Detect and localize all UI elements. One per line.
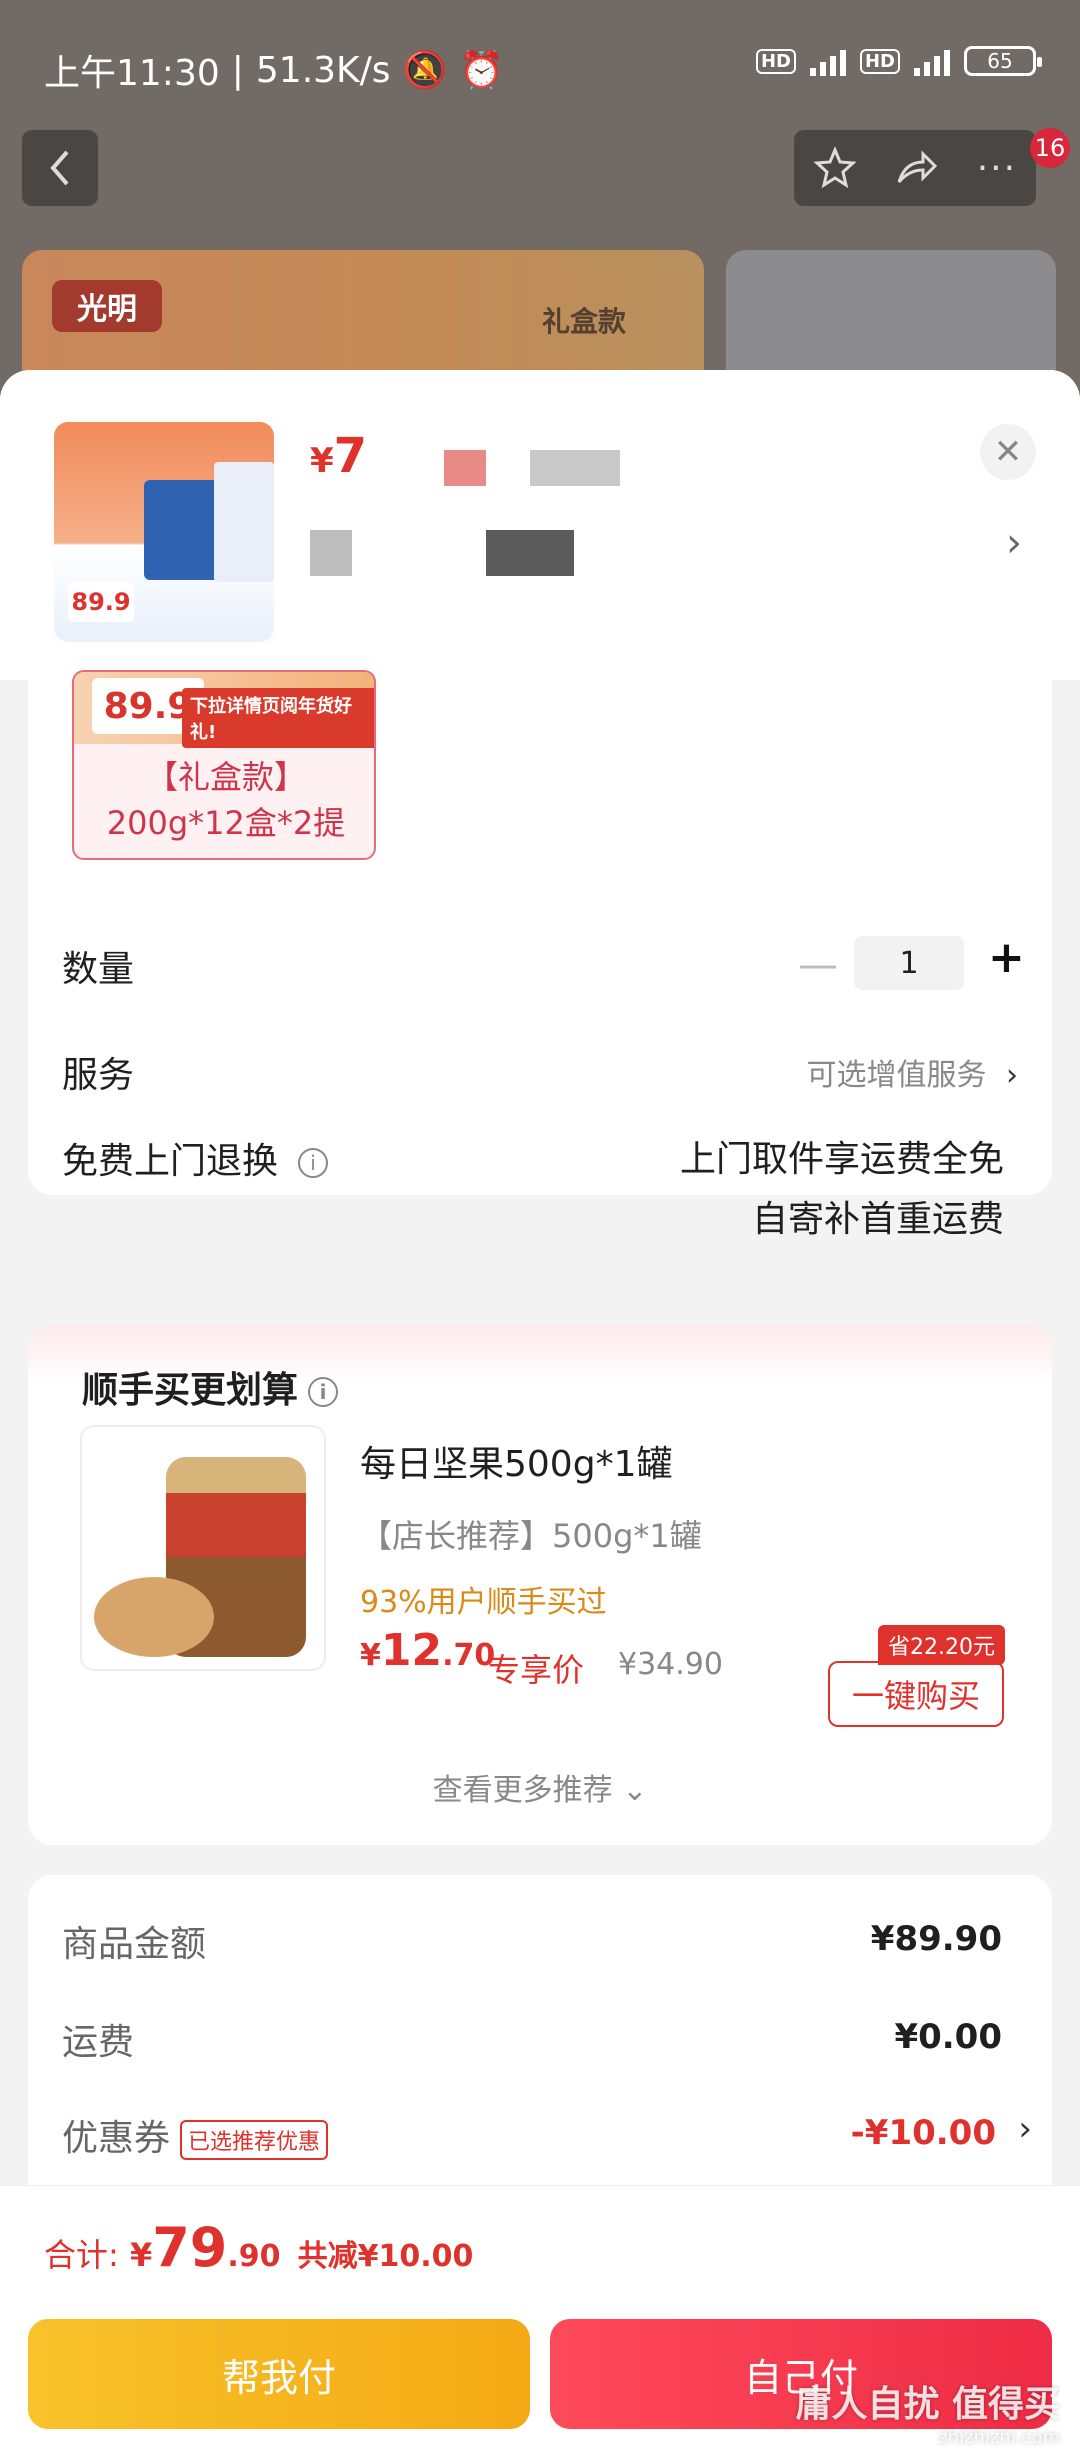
shipping-label: 运费 bbox=[62, 2022, 135, 2063]
alarm-icon: ⏰ bbox=[459, 50, 505, 91]
battery-level: 65 bbox=[987, 49, 1013, 73]
return-line-2: 自寄补首重运费 bbox=[751, 1199, 1004, 1240]
variant-promo: 下拉详情页阅年货好礼! bbox=[182, 688, 374, 748]
redacted-block bbox=[310, 530, 352, 576]
decrease-button[interactable]: — bbox=[798, 942, 838, 988]
hd-icon-2: HD bbox=[859, 48, 900, 74]
total-int: 79 bbox=[152, 2216, 228, 2279]
signal-icon-2 bbox=[914, 46, 950, 76]
coupon-value[interactable]: -¥10.00 bbox=[851, 2113, 996, 2153]
chevron-left-icon bbox=[50, 150, 69, 186]
recommend-title: 顺手买更划算 i bbox=[82, 1361, 339, 1413]
quick-buy-button[interactable]: 一键购买 bbox=[828, 1661, 1004, 1727]
quantity-input[interactable]: 1 bbox=[854, 936, 964, 990]
sheet-header: 89.9 ¥7 ✕ › bbox=[0, 370, 1080, 680]
back-button[interactable] bbox=[22, 130, 98, 206]
mute-icon: 🔕 bbox=[402, 50, 448, 91]
exclusive-label: 专享价 bbox=[488, 1651, 585, 1689]
return-line-1: 上门取件享运费全免 bbox=[679, 1139, 1004, 1180]
close-icon[interactable]: ✕ bbox=[980, 424, 1036, 480]
more-recommend-link[interactable]: 查看更多推荐 ⌄ bbox=[28, 1765, 1052, 1809]
return-policy: 上门取件享运费全免 自寄补首重运费 bbox=[680, 1130, 1004, 1250]
watermark: 庸人自扰 值得买 zhizhizhi.com bbox=[795, 2375, 1060, 2448]
watermark-text: 庸人自扰 值得买 bbox=[795, 2384, 1060, 2425]
total-reduced: 共减¥10.00 bbox=[297, 2239, 474, 2274]
recommend-price: ¥12.70 bbox=[360, 1625, 495, 1676]
sku-sheet: 89.9 ¥7 ✕ › 89.9 下拉详情页阅年货好礼! 【礼盒款】 200g*… bbox=[0, 370, 1080, 2460]
background-page: 上午11:30 | 51.3K/s 🔕 ⏰ HD HD 65 ··· 16 光明… bbox=[0, 0, 1080, 420]
variant-image: 89.9 下拉详情页阅年货好礼! bbox=[74, 672, 374, 748]
save-badge: 省22.20元 bbox=[878, 1625, 1005, 1665]
notification-badge: 16 bbox=[1030, 128, 1070, 168]
recommend-subtitle: 【店长推荐】500g*1罐 bbox=[360, 1517, 702, 1555]
redacted-block bbox=[444, 450, 486, 486]
star-icon[interactable] bbox=[813, 146, 857, 190]
coupon-row[interactable]: 优惠券 已选推荐优惠 bbox=[62, 2109, 329, 2161]
shipping-value: ¥0.00 bbox=[894, 2017, 1002, 2057]
total-dec: .90 bbox=[227, 2239, 281, 2274]
increase-button[interactable]: + bbox=[988, 932, 1025, 983]
total-label: 合计: bbox=[44, 2236, 119, 2274]
status-right: HD HD 65 bbox=[755, 46, 1042, 76]
price-int: 12 bbox=[380, 1625, 443, 1676]
return-label: 免费上门退换 bbox=[62, 1141, 279, 1182]
quantity-label: 数量 bbox=[62, 949, 135, 990]
price-symbol: ¥ bbox=[310, 441, 334, 481]
original-price: ¥34.90 bbox=[618, 1647, 723, 1682]
help-pay-button[interactable]: 帮我付 bbox=[28, 2319, 530, 2429]
redacted-block bbox=[530, 450, 620, 486]
price-symbol: ¥ bbox=[360, 1638, 381, 1673]
total-symbol: ¥ bbox=[129, 2236, 153, 2274]
checkout-bar: 合计: ¥79.90 共减¥10.00 帮我付 自己付 庸人自扰 值得买 zhiz… bbox=[0, 2185, 1080, 2460]
chevron-right-icon: › bbox=[1006, 1058, 1018, 1093]
info-icon[interactable]: i bbox=[308, 1377, 339, 1407]
status-bar: 上午11:30 | 51.3K/s 🔕 ⏰ HD HD 65 bbox=[0, 0, 1080, 130]
top-actions: ··· bbox=[794, 130, 1036, 206]
status-time: 上午11:30 bbox=[44, 53, 220, 94]
hd-icon: HD bbox=[755, 48, 796, 74]
info-icon[interactable]: i bbox=[298, 1148, 329, 1178]
options-panel: 89.9 下拉详情页阅年货好礼! 【礼盒款】 200g*12盒*2提 数量 — … bbox=[28, 670, 1052, 1240]
coupon-tag: 已选推荐优惠 bbox=[180, 2120, 329, 2160]
recommend-name[interactable]: 每日坚果500g*1罐 bbox=[360, 1435, 672, 1487]
recommend-bought: 93%用户顺手买过 bbox=[360, 1585, 607, 1620]
recommend-section: 顺手买更划算 i 每日坚果500g*1罐 【店长推荐】500g*1罐 93%用户顺… bbox=[28, 1325, 1052, 1845]
goods-amount-value: ¥89.90 bbox=[870, 1919, 1002, 1959]
chevron-right-icon[interactable]: › bbox=[1006, 520, 1022, 566]
recommend-product-image[interactable] bbox=[80, 1425, 326, 1671]
product-thumbnail[interactable]: 89.9 bbox=[54, 422, 274, 642]
brand-logo: 光明 bbox=[52, 280, 162, 332]
recommend-title-text: 顺手买更划算 bbox=[82, 1370, 299, 1411]
watermark-url: zhizhizhi.com bbox=[938, 2427, 1060, 2448]
battery-icon: 65 bbox=[964, 46, 1042, 76]
redacted-block bbox=[486, 530, 574, 576]
status-left: 上午11:30 | 51.3K/s 🔕 ⏰ bbox=[44, 44, 504, 96]
thumb-price: 89.9 bbox=[68, 582, 134, 622]
price-partial: 7 bbox=[333, 428, 368, 484]
share-icon[interactable] bbox=[895, 146, 939, 190]
status-speed: 51.3K/s bbox=[255, 49, 391, 91]
chevron-right-icon[interactable]: › bbox=[1018, 2109, 1032, 2149]
nuts bbox=[94, 1577, 214, 1657]
signal-icon bbox=[809, 46, 846, 76]
total-amount: 合计: ¥79.90 共减¥10.00 bbox=[44, 2216, 473, 2279]
return-label-row: 免费上门退换 i bbox=[62, 1132, 329, 1184]
thumb-box-2 bbox=[214, 462, 274, 582]
variant-option[interactable]: 89.9 下拉详情页阅年货好礼! 【礼盒款】 200g*12盒*2提 bbox=[72, 670, 376, 860]
coupon-label: 优惠券 bbox=[62, 2118, 171, 2159]
banner-text: 礼盒款 bbox=[542, 305, 627, 338]
service-label: 服务 bbox=[62, 1055, 135, 1096]
selected-price: ¥7 bbox=[310, 428, 367, 484]
service-selector[interactable]: 可选增值服务 › bbox=[806, 1050, 1018, 1094]
variant-label: 【礼盒款】 200g*12盒*2提 bbox=[106, 758, 346, 842]
more-icon[interactable]: ··· bbox=[977, 148, 1017, 189]
service-hint: 可选增值服务 bbox=[806, 1058, 987, 1093]
goods-amount-label: 商品金额 bbox=[62, 1924, 207, 1965]
